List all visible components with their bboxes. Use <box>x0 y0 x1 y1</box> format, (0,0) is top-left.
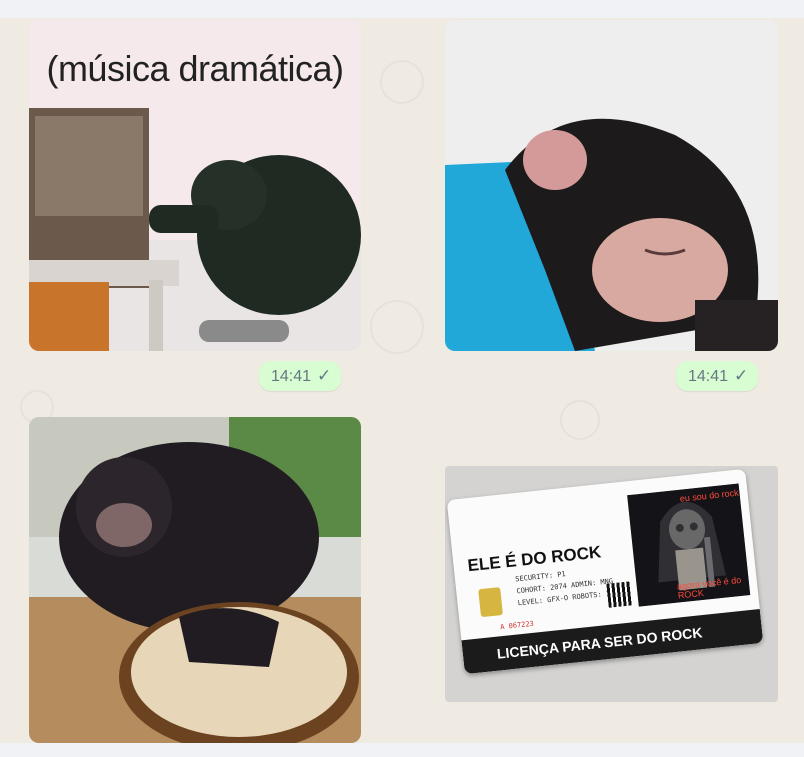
drum-chimp-illustration <box>29 417 361 743</box>
bottom-bar <box>0 743 804 757</box>
rock-license-card: ELE É DO ROCK SECURITY: P1 COHORT: 2074 … <box>446 468 764 675</box>
skeleton-rocker-art: eu sou do rock agora você é do ROCK <box>627 483 751 607</box>
wallpaper-doodle <box>380 60 424 104</box>
check-icon: ✓ <box>317 366 332 385</box>
sticker-rock-license[interactable]: ELE É DO ROCK SECURITY: P1 COHORT: 2074 … <box>445 466 778 702</box>
card-field-security: SECURITY: P1 <box>514 570 567 584</box>
card-chip-icon <box>478 587 503 618</box>
card-banner: LICENÇA PARA SER DO ROCK <box>461 609 764 675</box>
timestamp: 14:41 <box>271 368 312 385</box>
timestamp: 14:41 <box>688 368 729 385</box>
top-bar <box>0 0 804 18</box>
message-meta: 14:41 ✓ <box>259 361 342 391</box>
card-id-code: A 067223 <box>499 619 535 632</box>
card-title: ELE É DO ROCK <box>466 542 603 576</box>
sticker-caption: (música dramática) <box>46 48 344 89</box>
sleeping-chimp-illustration <box>445 20 778 351</box>
check-icon: ✓ <box>734 366 749 385</box>
message-meta: 14:41 ✓ <box>676 361 759 391</box>
wallpaper-doodle <box>370 300 424 354</box>
sticker-sleeping-chimp[interactable] <box>445 20 778 351</box>
wallpaper-doodle <box>560 400 600 440</box>
qr-code-icon <box>606 581 633 608</box>
sticker-drum-chimp[interactable] <box>29 417 361 743</box>
sticker-piano-chimp[interactable]: (música dramática) <box>29 20 361 351</box>
